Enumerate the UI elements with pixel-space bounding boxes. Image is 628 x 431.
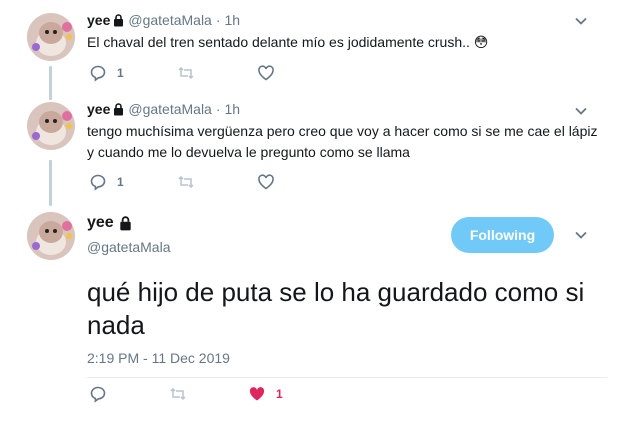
chevron-down-icon[interactable] xyxy=(575,17,587,25)
avatar[interactable] xyxy=(27,102,75,150)
retweet-icon xyxy=(170,387,186,401)
reply-button[interactable]: 1 xyxy=(89,64,177,82)
hamster-avatar-image xyxy=(27,102,75,150)
avatar[interactable] xyxy=(27,212,75,260)
hamster-avatar-image xyxy=(27,13,75,61)
like-button[interactable] xyxy=(257,64,275,82)
like-button[interactable]: 1 xyxy=(248,385,283,403)
retweet-icon xyxy=(178,175,194,189)
tweet-date[interactable]: 2:19 PM - 11 Dec 2019 xyxy=(87,350,230,366)
reply-count: 1 xyxy=(117,175,124,189)
tweet-text: El chaval del tren sentado delante mío e… xyxy=(87,34,489,50)
username[interactable]: @gatetaMala xyxy=(87,239,170,255)
timestamp[interactable]: 1h xyxy=(225,101,241,117)
username[interactable]: @gatetaMala xyxy=(128,101,211,117)
lock-icon xyxy=(114,102,124,115)
heart-icon xyxy=(258,65,274,81)
reply-button[interactable] xyxy=(89,385,169,403)
heart-filled-icon xyxy=(249,387,265,401)
following-button[interactable]: Following xyxy=(451,217,554,253)
tweet-text: tengo muchísima vergüenza pero creo que … xyxy=(87,123,598,160)
retweet-button[interactable] xyxy=(169,385,248,403)
display-name[interactable]: yee xyxy=(87,12,110,28)
reply-icon xyxy=(90,65,106,82)
display-name[interactable]: yee xyxy=(87,101,110,117)
retweet-button[interactable] xyxy=(177,64,257,82)
like-button[interactable] xyxy=(257,173,275,191)
chevron-down-icon[interactable] xyxy=(575,231,587,239)
like-count: 1 xyxy=(276,387,283,401)
divider xyxy=(87,377,607,378)
tweet-text: qué hijo de puta se lo ha guardado como … xyxy=(87,277,585,340)
chevron-down-icon[interactable] xyxy=(575,107,587,115)
retweet-icon xyxy=(178,66,194,80)
thread-connector xyxy=(49,160,52,206)
lock-icon xyxy=(120,215,131,230)
reply-count: 1 xyxy=(117,66,124,80)
heart-icon xyxy=(258,174,274,190)
retweet-button[interactable] xyxy=(177,173,257,191)
reply-button[interactable]: 1 xyxy=(89,173,177,191)
reply-icon xyxy=(90,174,106,191)
reply-icon xyxy=(90,386,106,403)
username[interactable]: @gatetaMala xyxy=(128,12,211,28)
avatar[interactable] xyxy=(27,13,75,61)
separator: · xyxy=(215,101,221,117)
display-name[interactable]: yee xyxy=(87,214,114,232)
separator: · xyxy=(215,12,221,28)
thread-connector xyxy=(49,66,52,100)
lock-icon xyxy=(114,13,124,26)
hamster-avatar-image xyxy=(27,212,75,260)
timestamp[interactable]: 1h xyxy=(225,12,241,28)
